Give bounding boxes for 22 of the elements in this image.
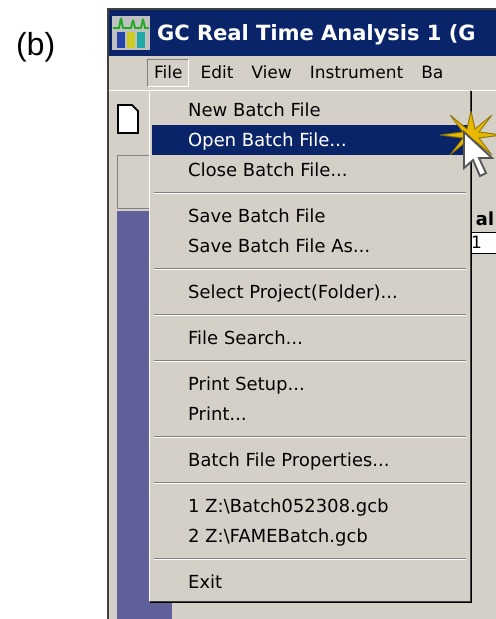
menu-bar-item[interactable]: Edit (193, 59, 240, 87)
menu-item[interactable]: New Batch File (152, 95, 468, 125)
menu-item[interactable]: 1 Z:\Batch052308.gcb (152, 491, 468, 521)
menu-item[interactable]: Close Batch File... (152, 155, 468, 185)
menu-bar-item[interactable]: File (147, 59, 190, 87)
menu-item[interactable]: Open Batch File... (152, 125, 468, 155)
menu-bar-item[interactable]: Ba (414, 59, 450, 87)
menu-item[interactable]: Save Batch File (152, 201, 468, 231)
menu-bar-item[interactable]: View (244, 59, 299, 87)
menu-bar-item[interactable]: Instrument (302, 59, 410, 87)
menu-item[interactable]: Print... (152, 399, 468, 429)
menu-item[interactable]: Exit (152, 567, 468, 597)
menu-item[interactable]: Batch File Properties... (152, 445, 468, 475)
figure-label: (b) (16, 26, 56, 63)
new-document-icon[interactable] (117, 104, 139, 134)
menu-item[interactable]: 2 Z:\FAMEBatch.gcb (152, 521, 468, 551)
column-header: al (476, 209, 495, 230)
menu-item[interactable]: Print Setup... (152, 369, 468, 399)
menu-item[interactable]: File Search... (152, 323, 468, 353)
window-title: GC Real Time Analysis 1 (G (157, 21, 476, 45)
menu-item[interactable]: Select Project(Folder)... (152, 277, 468, 307)
app-icon (111, 14, 151, 52)
